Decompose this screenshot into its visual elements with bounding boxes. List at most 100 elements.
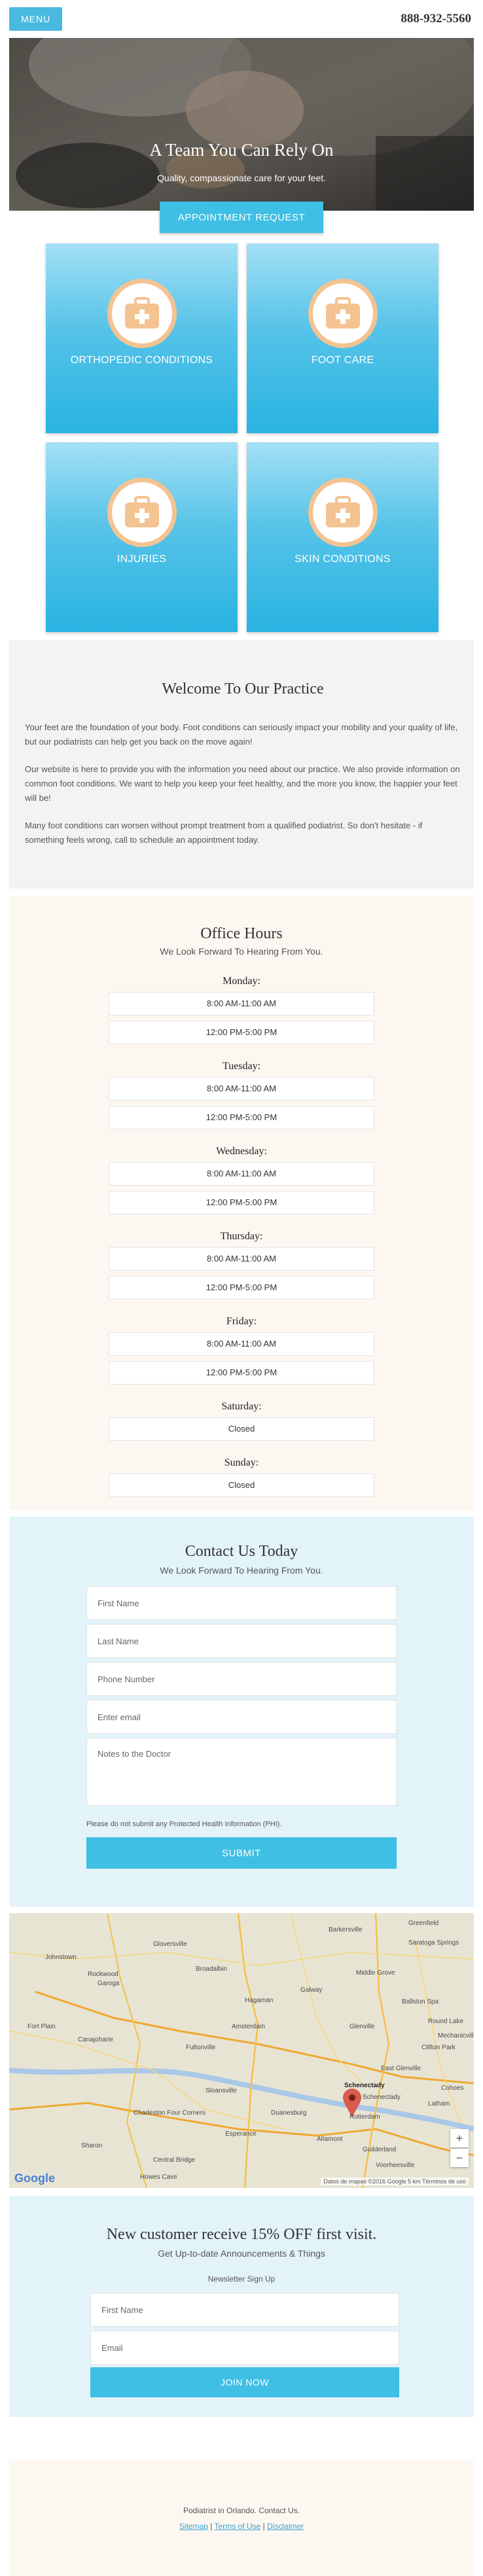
newsletter-label: Newsletter Sign Up xyxy=(207,2274,276,2284)
map-place-label: Hagaman xyxy=(245,1997,274,2004)
zoom-in-button[interactable]: + xyxy=(450,2129,469,2147)
map-place-label: Round Lake xyxy=(428,2018,463,2025)
time-slot: 12:00 PM-5:00 PM xyxy=(109,1276,374,1299)
contact-title: Contact Us Today xyxy=(185,1543,298,1560)
google-logo: Google xyxy=(14,2172,55,2185)
phi-notice: Please do not submit any Protected Healt… xyxy=(86,1820,282,1828)
map-place-label: Saratoga Springs xyxy=(408,1939,459,1947)
tile-skin-conditions[interactable]: SKIN CONDITIONS xyxy=(247,442,438,632)
newsletter-email-field[interactable]: Email xyxy=(90,2331,399,2365)
appointment-request-button[interactable]: APPOINTMENT REQUEST xyxy=(160,202,323,233)
map-place-label: Esperance xyxy=(225,2130,257,2138)
map-place-label: Howes Cave xyxy=(140,2174,177,2181)
top-bar: MENU 888-932-5560 xyxy=(0,0,483,38)
tile-label: SKIN CONDITIONS xyxy=(295,554,391,565)
day-saturday: Saturday: Closed xyxy=(109,1398,374,1441)
last-name-field[interactable]: Last Name xyxy=(86,1624,397,1658)
newsletter-title: New customer receive 15% OFF first visit… xyxy=(106,2226,377,2243)
map-place-label: Gloversville xyxy=(153,1941,187,1948)
day-name: Friday: xyxy=(226,1316,257,1327)
map-place-label: Charleston Four Corners xyxy=(134,2109,206,2117)
time-slot: 8:00 AM-11:00 AM xyxy=(109,992,374,1015)
medical-kit-icon xyxy=(107,478,177,547)
welcome-paragraph: Your feet are the foundation of your bod… xyxy=(25,722,458,747)
map-place-label: Galway xyxy=(300,1986,323,1994)
notes-field[interactable]: Notes to the Doctor xyxy=(86,1738,397,1806)
map-place-label: Clifton Park xyxy=(421,2044,456,2051)
map-place-label: Guilderland xyxy=(363,2146,397,2153)
map-canvas xyxy=(9,1913,474,2188)
sitemap-link[interactable]: Sitemap xyxy=(179,2522,208,2531)
time-slot: 12:00 PM-5:00 PM xyxy=(109,1191,374,1214)
service-tiles: ORTHOPEDIC CONDITIONS FOOT CARE INJURIES… xyxy=(46,243,438,632)
tile-orthopedic-conditions[interactable]: ORTHOPEDIC CONDITIONS xyxy=(46,243,238,433)
map-place-label: Amsterdam xyxy=(232,2023,266,2030)
welcome-title: Welcome To Our Practice xyxy=(162,680,324,697)
map-place-label: Sharon xyxy=(81,2142,103,2149)
map-place-label: Latham xyxy=(428,2100,450,2108)
terms-of-use-link[interactable]: Terms of Use xyxy=(215,2522,261,2531)
footer-links: Sitemap | Terms of Use | Disclaimer xyxy=(9,2522,474,2531)
hero-overlay xyxy=(9,38,474,211)
phone-field[interactable]: Phone Number xyxy=(86,1662,397,1696)
newsletter-first-name-field[interactable]: First Name xyxy=(90,2293,399,2327)
map-place-label: Sloansville xyxy=(206,2087,237,2094)
day-wednesday: Wednesday: 8:00 AM-11:00 AM 12:00 PM-5:0… xyxy=(109,1142,374,1214)
tile-foot-care[interactable]: FOOT CARE xyxy=(247,243,438,433)
join-now-button[interactable]: JOIN NOW xyxy=(90,2367,399,2397)
medical-kit-icon xyxy=(308,478,378,547)
map-place-label: Glenville xyxy=(349,2023,375,2030)
zoom-out-button[interactable]: − xyxy=(450,2149,469,2167)
location-map[interactable]: Johnstown Gloversville Rockwood Garoga B… xyxy=(9,1913,474,2188)
newsletter-subtitle: Get Up-to-date Announcements & Things xyxy=(158,2248,325,2259)
day-friday: Friday: 8:00 AM-11:00 AM 12:00 PM-5:00 P… xyxy=(109,1313,374,1385)
map-place-label: Fultonville xyxy=(186,2044,216,2051)
map-place-label: Greenfield xyxy=(408,1920,439,1927)
day-name: Thursday: xyxy=(220,1231,263,1242)
day-name: Monday: xyxy=(223,976,260,987)
office-hours-title: Office Hours xyxy=(200,925,283,942)
time-slot: 8:00 AM-11:00 AM xyxy=(109,1247,374,1271)
time-slot: 8:00 AM-11:00 AM xyxy=(109,1332,374,1356)
office-hours-list: Monday: 8:00 AM-11:00 AM 12:00 PM-5:00 P… xyxy=(109,972,374,1510)
office-hours-section: Office Hours We Look Forward To Hearing … xyxy=(9,896,474,1510)
day-name: Sunday: xyxy=(224,1457,259,1468)
menu-button[interactable]: MENU xyxy=(9,7,63,31)
welcome-paragraph: Our website is here to provide you with … xyxy=(25,764,460,803)
footer-separator: | xyxy=(210,2522,213,2531)
email-field[interactable]: Enter email xyxy=(86,1700,397,1734)
tile-label: FOOT CARE xyxy=(311,355,374,366)
map-place-label: Fort Plain xyxy=(27,2023,56,2030)
first-name-field[interactable]: First Name xyxy=(86,1586,397,1620)
map-place-label: Rockwood xyxy=(88,1971,118,1978)
tile-injuries[interactable]: INJURIES xyxy=(46,442,238,632)
hero-subtitle: Quality, compassionate care for your fee… xyxy=(156,173,327,183)
contact-subtitle: We Look Forward To Hearing From You. xyxy=(160,1565,323,1576)
time-slot: 12:00 PM-5:00 PM xyxy=(109,1361,374,1385)
map-marker-label: Schenectady xyxy=(344,2082,385,2089)
tile-label: ORTHOPEDIC CONDITIONS xyxy=(70,355,213,366)
phone-number[interactable]: 888-932-5560 xyxy=(401,12,471,26)
hero-title: A Team You Can Rely On xyxy=(149,140,334,160)
tile-label: INJURIES xyxy=(116,554,167,565)
day-thursday: Thursday: 8:00 AM-11:00 AM 12:00 PM-5:00… xyxy=(109,1227,374,1299)
map-place-label: Altamont xyxy=(317,2136,343,2143)
contact-section: Contact Us Today We Look Forward To Hear… xyxy=(9,1517,474,1907)
day-tuesday: Tuesday: 8:00 AM-11:00 AM 12:00 PM-5:00 … xyxy=(109,1057,374,1129)
office-hours-subtitle: We Look Forward To Hearing From You. xyxy=(160,946,323,957)
map-place-label: Canajoharie xyxy=(78,2036,113,2043)
submit-button[interactable]: SUBMIT xyxy=(86,1837,397,1869)
map-place-label: Cohoes xyxy=(441,2085,464,2092)
map-place-label: Johnstown xyxy=(45,1954,77,1961)
map-place-label: Duanesburg xyxy=(271,2109,307,2117)
disclaimer-link[interactable]: Disclaimer xyxy=(267,2522,304,2531)
map-place-label: Middle Grove xyxy=(356,1969,395,1977)
welcome-section: Welcome To Our Practice Your feet are th… xyxy=(9,640,474,889)
map-place-label: Voorheesville xyxy=(376,2162,415,2169)
time-slot: Closed xyxy=(109,1417,374,1441)
map-place-label: Ballston Spa xyxy=(402,1998,439,2005)
map-place-label: Barkersville xyxy=(329,1926,363,1933)
hero-banner: A Team You Can Rely On Quality, compassi… xyxy=(9,38,474,211)
time-slot: Closed xyxy=(109,1473,374,1497)
page: MENU 888-932-5560 A Team You Can Rely On… xyxy=(0,0,483,2576)
